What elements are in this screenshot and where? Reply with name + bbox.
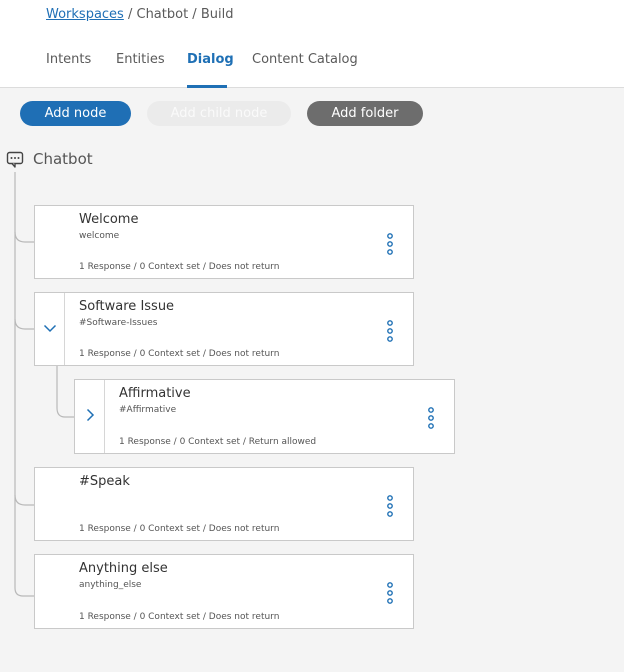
collapse-toggle[interactable] — [35, 293, 65, 365]
dialog-node-affirmative[interactable]: Affirmative #Affirmative 1 Response / 0 … — [74, 379, 455, 454]
dialog-node-anything-else[interactable]: Anything else anything_else 1 Response /… — [34, 554, 414, 629]
chevron-down-icon — [43, 324, 57, 333]
node-title: Anything else — [79, 561, 168, 576]
node-title: Affirmative — [119, 386, 191, 401]
dialog-node-software-issue[interactable]: Software Issue #Software-Issues 1 Respon… — [34, 292, 414, 366]
node-summary: 1 Response / 0 Context set / Does not re… — [79, 612, 280, 622]
overflow-menu-icon[interactable] — [385, 495, 395, 517]
node-title: Welcome — [79, 212, 139, 227]
overflow-menu-icon[interactable] — [426, 407, 436, 429]
overflow-menu-icon[interactable] — [385, 233, 395, 255]
dialog-node-welcome[interactable]: Welcome welcome 1 Response / 0 Context s… — [34, 205, 414, 279]
node-summary: 1 Response / 0 Context set / Does not re… — [79, 349, 280, 359]
overflow-menu-icon[interactable] — [385, 320, 395, 342]
node-condition: welcome — [79, 231, 120, 241]
expand-toggle[interactable] — [75, 380, 105, 453]
node-condition: #Software-Issues — [79, 318, 158, 328]
node-summary: 1 Response / 0 Context set / Does not re… — [79, 262, 280, 272]
node-condition: anything_else — [79, 580, 142, 590]
node-condition: #Affirmative — [119, 405, 177, 415]
overflow-menu-icon[interactable] — [385, 582, 395, 604]
chevron-right-icon — [86, 408, 95, 422]
node-title: #Speak — [79, 474, 130, 489]
node-title: Software Issue — [79, 299, 175, 314]
dialog-node-speak[interactable]: #Speak 1 Response / 0 Context set / Does… — [34, 467, 414, 541]
node-summary: 1 Response / 0 Context set / Return allo… — [119, 437, 317, 447]
node-summary: 1 Response / 0 Context set / Does not re… — [79, 524, 280, 534]
